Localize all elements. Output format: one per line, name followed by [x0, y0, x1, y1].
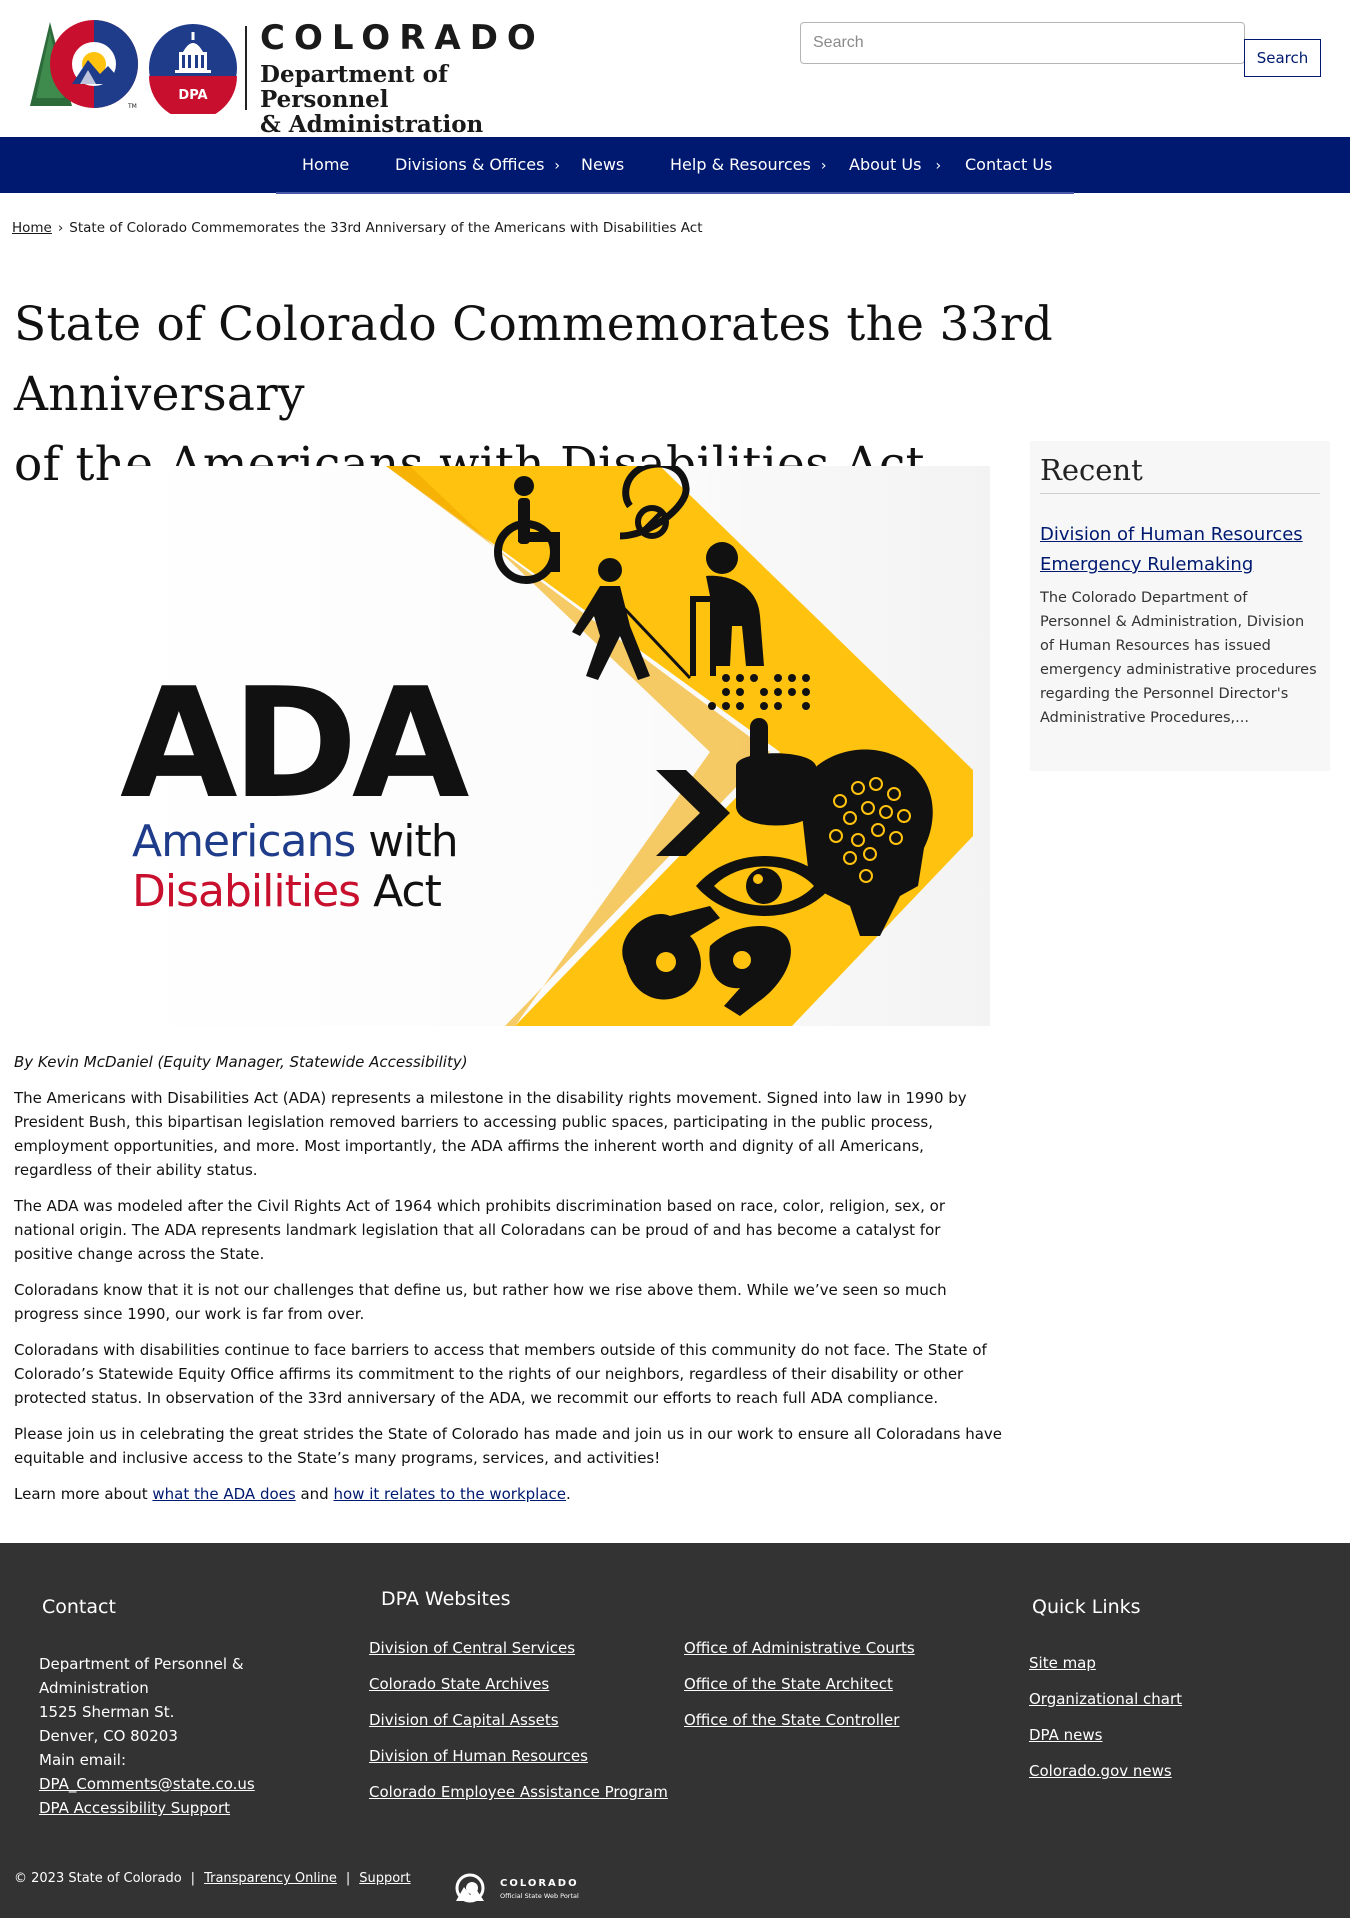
recent-article-summary: The Colorado Department of Personnel & A… — [1040, 590, 1317, 726]
footer-websites-heading: DPA Websites — [381, 1588, 511, 1610]
sidebar-title: Recent — [1040, 453, 1320, 494]
transparency-online-link[interactable]: Transparency Online — [204, 1871, 337, 1886]
footer-website-link[interactable]: Colorado State Archives — [369, 1675, 549, 1693]
article-paragraph: Coloradans know that it is not our chall… — [14, 1281, 947, 1323]
page-title-line1: State of Colorado Commemorates the 33rd … — [14, 297, 1054, 422]
nav-item-label: Divisions & Offices — [395, 155, 545, 174]
logo-department-name: Department of Personnel & Administration — [260, 62, 548, 137]
footer-website-link[interactable]: Division of Central Services — [369, 1639, 575, 1657]
what-ada-does-link[interactable]: what the ADA does — [152, 1485, 295, 1503]
footer-website-link[interactable]: Office of Administrative Courts — [684, 1639, 915, 1657]
logo-dept-line2: & Administration — [260, 111, 484, 138]
nav-item-contact-us[interactable]: Contact Us — [965, 137, 1052, 193]
nav-item-label: Contact Us — [965, 155, 1053, 174]
nav-item-label: About Us — [849, 155, 922, 174]
logo-state-name: COLORADO — [260, 18, 545, 58]
footer-quick-link[interactable]: Organizational chart — [1029, 1690, 1182, 1708]
article-paragraph: Please join us in celebrating the great … — [14, 1425, 1003, 1467]
nav-item-home[interactable]: Home — [302, 137, 349, 193]
footer-contact-line: Department of Personnel & — [39, 1655, 244, 1673]
article-body: The Americans with Disabilities Act (ADA… — [14, 1086, 1004, 1518]
article-paragraph: The ADA was modeled after the Civil Righ… — [14, 1197, 945, 1263]
search-button[interactable]: Search — [1244, 39, 1321, 77]
chevron-right-icon: › — [820, 158, 827, 174]
ada-workplace-link[interactable]: how it relates to the workplace — [333, 1485, 566, 1503]
article-paragraph-learn-more: Learn more about what the ADA does and h… — [14, 1482, 1004, 1506]
support-link[interactable]: Support — [359, 1871, 410, 1886]
footer-quick-links-heading: Quick Links — [1032, 1596, 1141, 1618]
nav-item-about-us[interactable]: About Us › — [849, 137, 941, 193]
footer-contact-line: 1525 Sherman St. — [39, 1703, 175, 1721]
footer-bottom-bar: © 2023 State of Colorado | Transparency On… — [14, 1871, 411, 1886]
dpa-capitol-badge-icon: DPA — [149, 24, 237, 114]
svg-text:COLORADO: COLORADO — [500, 1878, 579, 1889]
footer-website-link[interactable]: Division of Human Resources — [369, 1747, 588, 1765]
nav-item-label: News — [581, 155, 625, 174]
footer-quick-link[interactable]: DPA news — [1029, 1726, 1102, 1744]
breadcrumb: Home › State of Colorado Commemorates the … — [12, 220, 703, 236]
article-paragraph: Coloradans with disabilities continue to… — [14, 1341, 987, 1407]
ada-big-text: ADA — [120, 655, 469, 832]
svg-text:TM: TM — [127, 103, 137, 110]
nav-item-news[interactable]: News — [581, 137, 624, 193]
nav-item-label: Help & Resources — [670, 155, 811, 174]
ada-hero-image: ADA Americans with Disabilities Act — [110, 466, 990, 1026]
svg-text:Official State Web Portal: Official State Web Portal — [500, 1892, 579, 1900]
nav-item-label: Home — [302, 155, 350, 174]
footer-contact-heading: Contact — [42, 1596, 116, 1618]
logo-dept-line1: Department of Personnel — [260, 61, 448, 113]
footer-contact-line: Main email: — [39, 1751, 126, 1769]
footer-website-link[interactable]: Colorado Employee Assistance Program — [369, 1783, 668, 1801]
logo-divider — [245, 26, 247, 110]
ada-subtitle-line1: Americans with — [132, 816, 458, 867]
search-input[interactable] — [800, 22, 1245, 64]
footer-email-link[interactable]: DPA_Comments@state.co.us — [39, 1775, 255, 1793]
colorado-c-logo-icon: TM — [30, 20, 138, 110]
ada-chevron-graphic: ADA Americans with Disabilities Act — [120, 466, 973, 1026]
learn-more-text: Learn more about — [14, 1485, 153, 1503]
footer-website-link[interactable]: Office of the State Architect — [684, 1675, 893, 1693]
copyright-text: © 2023 State of Colorado — [14, 1871, 182, 1886]
colorado-portal-logo-icon[interactable]: COLORADO Official State Web Portal — [454, 1873, 594, 1903]
breadcrumb-current: State of Colorado Commemorates the 33rd … — [69, 220, 703, 236]
recent-article-link[interactable]: Division of Human Resources Emergency Ru… — [1040, 520, 1320, 580]
footer-contact-address: Department of Personnel & Administration… — [39, 1652, 255, 1820]
footer-website-link[interactable]: Division of Capital Assets — [369, 1711, 559, 1729]
footer-quick-link[interactable]: Colorado.gov news — [1029, 1762, 1172, 1780]
breadcrumb-separator: › — [57, 220, 64, 236]
footer-separator: | — [190, 1871, 196, 1886]
nav-item-divisions[interactable]: Divisions & Offices › — [395, 137, 560, 193]
article-paragraph: The Americans with Disabilities Act (ADA… — [14, 1089, 967, 1179]
recent-sidebar: Recent Division of Human Resources Emerg… — [1030, 441, 1330, 771]
nav-underline — [276, 192, 1074, 194]
chevron-right-icon: › — [935, 158, 942, 174]
footer-accessibility-link[interactable]: DPA Accessibility Support — [39, 1799, 230, 1817]
dpa-logo[interactable]: TM DPA COLORADO Department of Personnel … — [28, 18, 548, 137]
site-header: TM DPA COLORADO Department of Personnel … — [0, 0, 1350, 137]
footer-quick-link[interactable]: Site map — [1029, 1654, 1096, 1672]
footer-website-link[interactable]: Office of the State Controller — [684, 1711, 899, 1729]
footer-separator: | — [345, 1871, 351, 1886]
article-byline: By Kevin McDaniel (Equity Manager, State… — [14, 1053, 468, 1071]
learn-more-text: and — [295, 1485, 334, 1503]
breadcrumb-home-link[interactable]: Home — [12, 220, 52, 236]
svg-text:DPA: DPA — [178, 88, 207, 103]
chevron-right-icon: › — [554, 158, 561, 174]
footer-contact-line: Denver, CO 80203 — [39, 1727, 178, 1745]
ada-subtitle-line2: Disabilities Act — [132, 866, 442, 917]
learn-more-text: . — [566, 1485, 571, 1503]
nav-item-help-resources[interactable]: Help & Resources › — [670, 137, 826, 193]
main-nav: Home Divisions & Offices › News Help & Re… — [0, 137, 1350, 193]
footer-contact-line: Administration — [39, 1679, 149, 1697]
